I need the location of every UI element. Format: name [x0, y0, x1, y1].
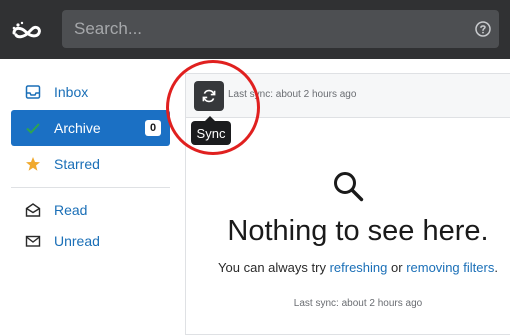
tooltip-label: Sync — [196, 125, 226, 141]
sidebar-item-label: Unread — [54, 232, 100, 249]
logo-icon[interactable] — [10, 18, 46, 44]
message-panel: Last sync: about 2 hours ago Sync Nothin… — [185, 73, 510, 335]
sidebar-item-label: Inbox — [54, 84, 89, 100]
sync-button[interactable] — [194, 81, 224, 111]
check-icon — [25, 120, 41, 136]
sidebar-item-inbox[interactable]: Inbox — [11, 74, 170, 110]
empty-state-text: You can always try refreshing or removin… — [186, 260, 510, 275]
empty-text-mid: or — [387, 260, 407, 275]
magnifier-icon — [334, 172, 364, 202]
help-icon[interactable] — [475, 21, 491, 37]
envelope-open-icon — [25, 202, 41, 218]
sidebar-item-starred[interactable]: Starred — [11, 146, 170, 182]
last-sync-text: Last sync: about 2 hours ago — [228, 89, 357, 100]
removing-filters-link[interactable]: removing filters — [406, 260, 494, 275]
divider — [11, 187, 170, 188]
refreshing-link[interactable]: refreshing — [330, 260, 388, 275]
sidebar-item-unread[interactable]: Unread — [11, 225, 170, 256]
panel-header: Last sync: about 2 hours ago — [186, 74, 510, 118]
empty-text-prefix: You can always try — [218, 260, 330, 275]
sidebar-item-label: Read — [54, 201, 88, 218]
search-input[interactable] — [62, 10, 462, 48]
inbox-icon — [25, 84, 41, 100]
sidebar-item-archive[interactable]: Archive 0 — [11, 110, 170, 146]
sidebar-item-read[interactable]: Read — [11, 194, 170, 225]
last-sync-footer: Last sync: about 2 hours ago — [293, 298, 423, 309]
sidebar-item-label: Starred — [54, 156, 100, 172]
empty-text-suffix: . — [494, 260, 498, 275]
sync-icon — [202, 89, 216, 103]
sidebar-item-label: Archive — [54, 120, 101, 136]
sync-tooltip: Sync — [191, 116, 231, 145]
top-bar — [0, 0, 510, 59]
count-badge: 0 — [145, 120, 161, 136]
search-bar — [62, 10, 499, 48]
star-icon — [25, 156, 41, 172]
tooltip-arrow — [205, 116, 215, 121]
sidebar: Inbox Archive 0 Starred Read Unread — [11, 74, 170, 256]
empty-state-title: Nothing to see here. — [227, 215, 489, 247]
envelope-icon — [25, 233, 41, 249]
